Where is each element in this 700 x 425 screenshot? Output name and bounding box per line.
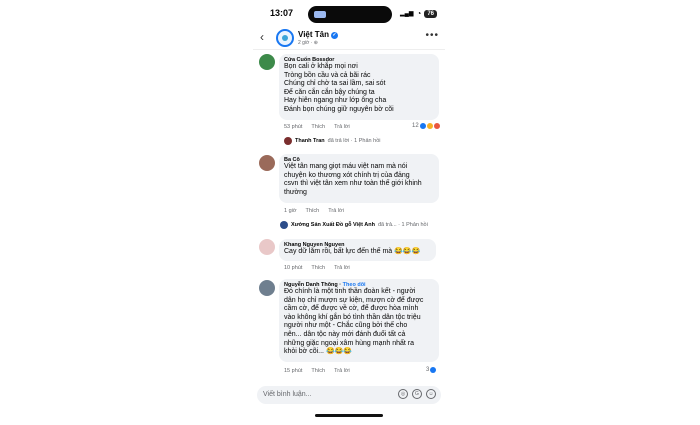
comment-time: 53 phút [284, 124, 303, 130]
comment-actions: 15 phút Thích Trả lời [284, 368, 350, 374]
comment-bubble: Ba Cô Việt tân mang giọt máu việt nam mà… [279, 154, 439, 203]
comment-actions: 1 giờ Thích Trả lời [284, 208, 344, 214]
comment-line: Cay dữ lắm rồi, bất lực đến thế mà 😂😂😂 [284, 248, 421, 255]
like-button[interactable]: Thích [311, 368, 325, 374]
haha-reaction-icon [426, 123, 433, 129]
like-reaction-icon [419, 123, 426, 129]
comment-bubble: Nguyễn Danh Thông · Theo dõi Đó chính là… [279, 279, 439, 362]
comment-actions: 10 phút Thích Trả lời [284, 265, 350, 271]
comment-line: Đánh bọn chúng giữ nguyên bờ cõi [284, 105, 394, 113]
like-button[interactable]: Thích [311, 124, 325, 130]
reply-button[interactable]: Trả lời [334, 265, 350, 271]
comment-actions: 53 phút Thích Trả lời [284, 124, 350, 130]
island-indicator-icon [314, 11, 326, 18]
comment-line: Bọn cali ở khắp mọi nơi [284, 63, 358, 70]
battery-icon: 76 [424, 9, 437, 18]
avatar[interactable] [259, 239, 275, 255]
composer-icons: ◎ G ☺ [398, 389, 436, 399]
page-name[interactable]: Việt Tân ✓ [298, 30, 338, 39]
like-button[interactable]: Thích [311, 265, 325, 271]
comment-bubble: Cửa Cuốn Bossdor Bọn cali ở khắp mọi nơi… [279, 54, 439, 120]
reply-count: đã trả lời · 1 Phản hồi [327, 138, 381, 144]
reply-avatar [284, 137, 292, 145]
status-bar: 13:07 ▂▄▆ ◔ 76 [253, 4, 445, 24]
reply-button[interactable]: Trả lời [334, 124, 350, 130]
comment-line: Việt tân mang giọt máu việt nam mà nói [284, 163, 408, 170]
comment-line: thường [284, 188, 307, 196]
comment-bubble: Khang Nguyen Nguyen Cay dữ lắm rồi, bất … [279, 239, 436, 261]
like-button[interactable]: Thích [305, 208, 319, 214]
reply-author: Xưởng Sản Xuất Đồ gỗ Việt Anh [291, 222, 375, 228]
comment-input-placeholder: Viết bình luận... [263, 391, 312, 398]
page-avatar[interactable] [276, 29, 294, 47]
more-options-icon[interactable]: ••• [425, 30, 439, 41]
comment-line: nên... dân tộc này mới đánh đuổi tất cả [284, 330, 406, 338]
avatar[interactable] [259, 155, 275, 171]
reaction-count: 3 [426, 367, 430, 373]
avatar[interactable] [259, 280, 275, 296]
signal-icon: ▂▄▆ [399, 11, 414, 17]
avatar[interactable] [259, 54, 275, 70]
reaction-summary[interactable]: 3 [426, 367, 437, 373]
post-time: 2 giờ · ⊕ [298, 40, 318, 46]
comment-line: cầm cờ, để được về cờ, để được hòa mình [284, 305, 419, 313]
like-reaction-icon [430, 367, 437, 373]
sticker-icon[interactable]: ☺ [426, 389, 436, 399]
reaction-summary[interactable]: 12 [412, 123, 440, 129]
back-arrow-icon[interactable]: ‹ [260, 30, 264, 44]
comment-line: người như một - Chắc cũng bởi thế cho [284, 322, 408, 330]
reply-thread[interactable]: Xưởng Sản Xuất Đồ gỗ Việt Anh đã trả... … [280, 221, 428, 229]
dynamic-island [308, 6, 392, 23]
angry-reaction-icon [433, 123, 440, 129]
comment-line: những giặc ngoại xâm hùng mạnh nhất ra [284, 339, 414, 347]
phone-screen: 13:07 ▂▄▆ ◔ 76 ‹ Việt Tân ✓ 2 giờ · ⊕ •••… [253, 0, 445, 425]
status-time: 13:07 [270, 8, 294, 18]
comment-line: dân họ chỉ mượn sự kiện, mượn cờ để được [284, 296, 424, 304]
comment-line: csvn thì việt tân xem như toàn thế giới … [284, 180, 422, 188]
reply-thread[interactable]: Thanh Tran đã trả lời · 1 Phản hồi [284, 137, 380, 145]
verified-badge-icon: ✓ [330, 32, 338, 39]
comment-line: Để căn cắn cắn bậy chúng ta [284, 88, 375, 96]
comment-line: chuyện ko thương xót chính trị của đảng [284, 171, 410, 179]
camera-icon[interactable]: ◎ [398, 389, 408, 399]
comment-line: Hay hiên ngang như lớp ông cha [284, 97, 387, 105]
comment-line: Chúng chỉ chờ ta sai lầm, sai sót [284, 80, 386, 88]
comment-line: Tròng bồn cầu và cả bãi rác [284, 71, 371, 79]
comment-line: khỏi bờ cõi... 😂😂😂 [284, 348, 353, 356]
comment-input[interactable]: Viết bình luận... ◎ G ☺ [257, 386, 441, 404]
reaction-count: 12 [412, 123, 419, 129]
gif-icon[interactable]: G [412, 389, 422, 399]
reply-avatar [280, 221, 288, 229]
reply-button[interactable]: Trả lời [334, 368, 350, 374]
status-icons: ▂▄▆ ◔ 76 [400, 9, 437, 18]
wifi-icon: ◔ [416, 9, 422, 18]
comment-line: Đó chính là một tinh thần đoàn kết - ngư… [284, 288, 416, 295]
comment-time: 15 phút [284, 368, 303, 374]
post-header: ‹ Việt Tân ✓ 2 giờ · ⊕ ••• [253, 26, 445, 50]
home-indicator [315, 414, 383, 417]
reply-count: đã trả... · 1 Phản hồi [377, 222, 428, 228]
reply-button[interactable]: Trả lời [328, 208, 344, 214]
comment-time: 1 giờ [284, 208, 297, 214]
reply-author: Thanh Tran [295, 138, 325, 144]
comment-time: 10 phút [284, 265, 303, 271]
